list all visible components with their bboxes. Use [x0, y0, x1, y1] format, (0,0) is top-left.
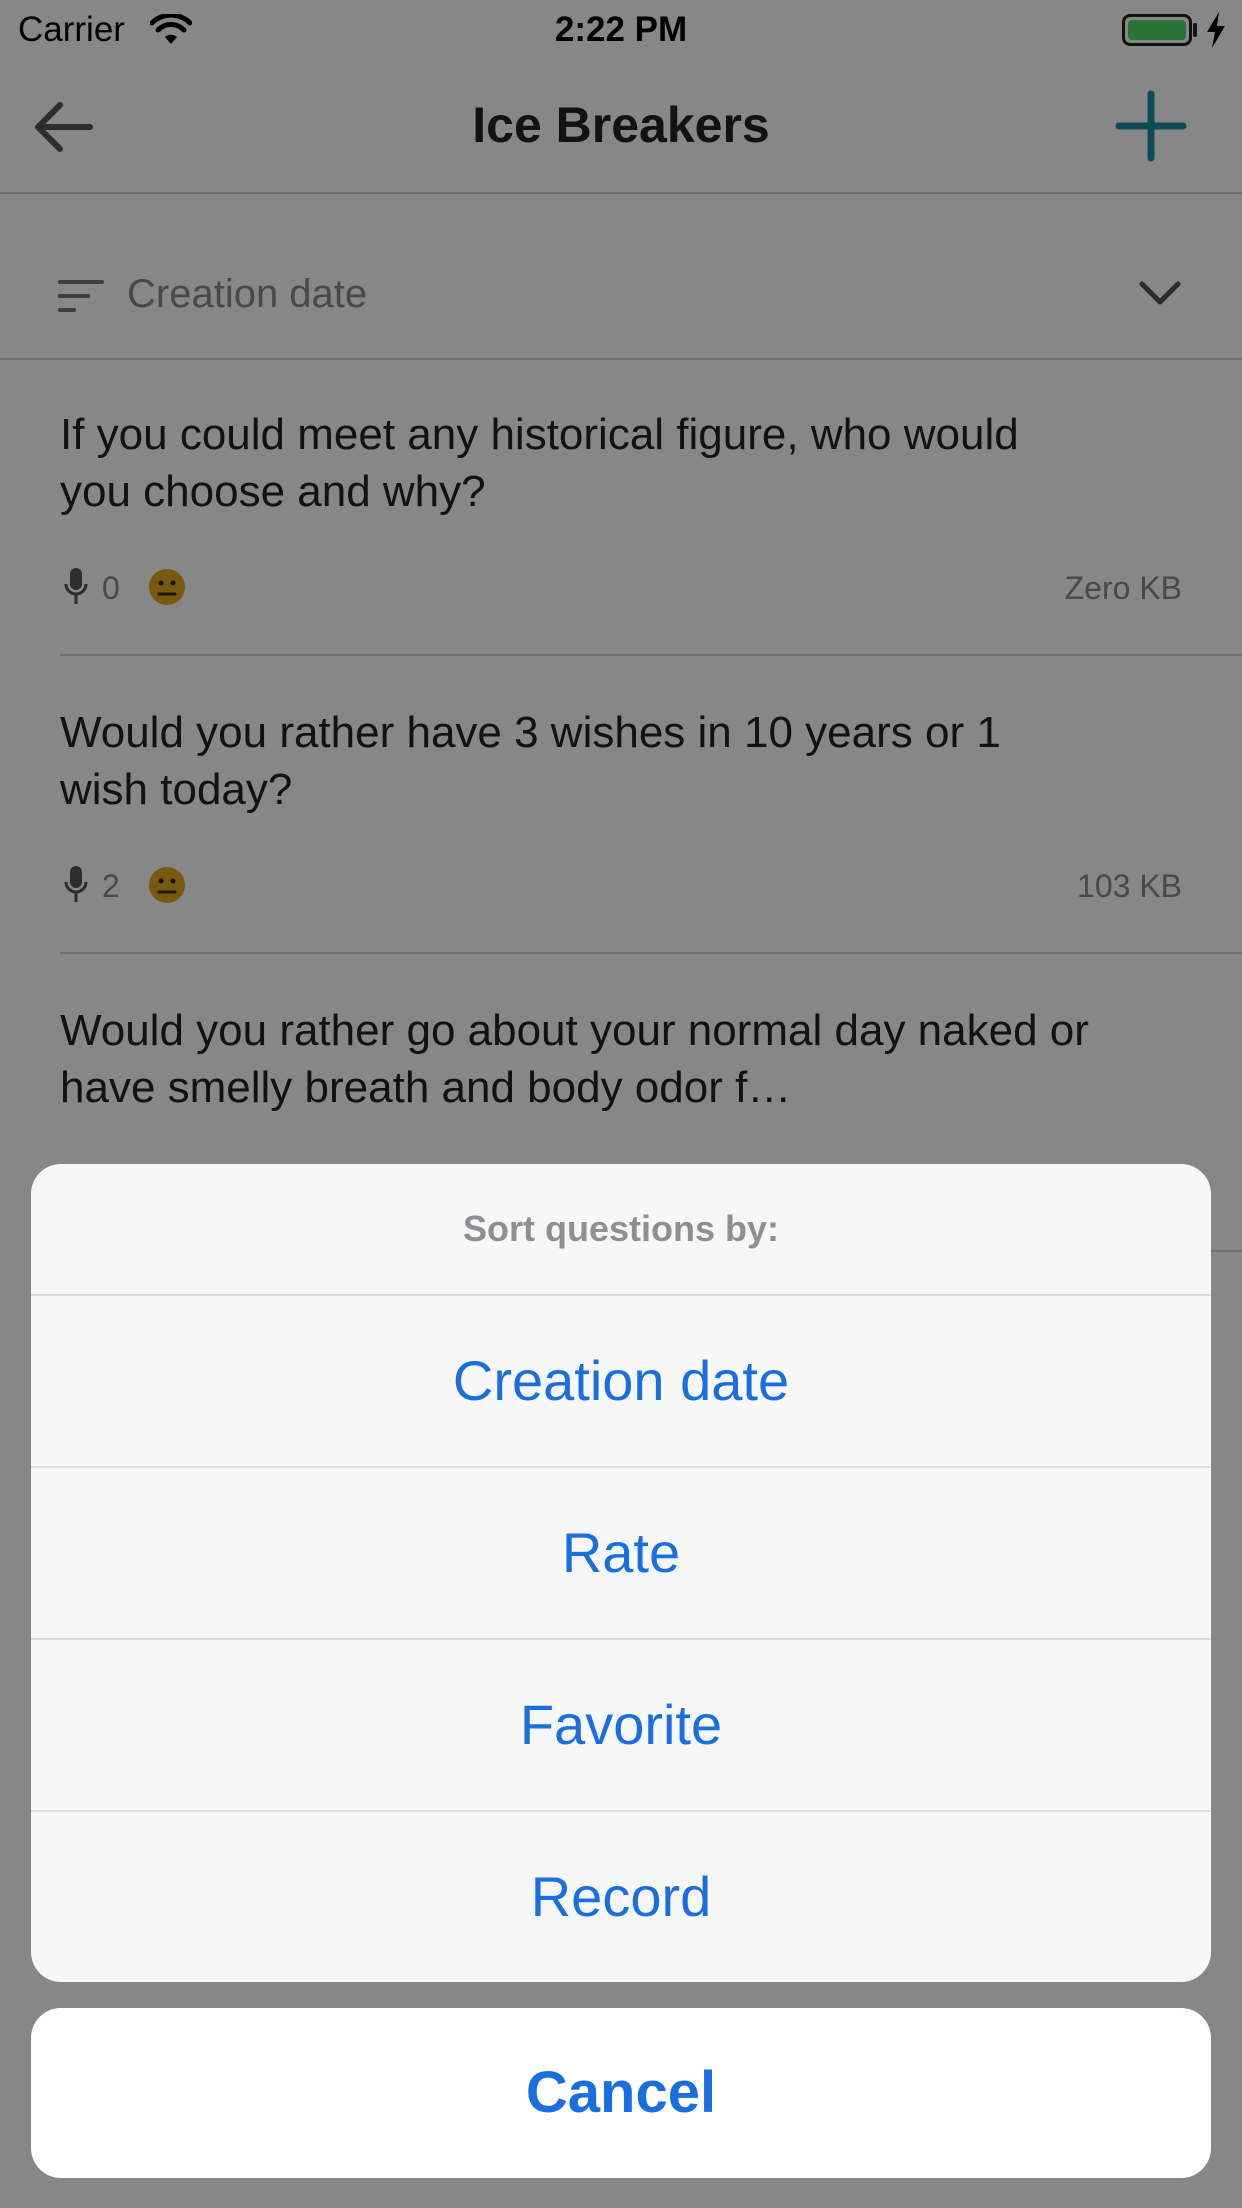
sort-action-sheet: Sort questions by: Creation date Rate Fa…: [31, 1164, 1211, 1982]
sort-option-rate[interactable]: Rate: [31, 1468, 1211, 1640]
sort-option-favorite[interactable]: Favorite: [31, 1640, 1211, 1812]
cancel-button[interactable]: Cancel: [31, 2008, 1211, 2178]
sort-option-creation-date[interactable]: Creation date: [31, 1296, 1211, 1468]
sort-option-record[interactable]: Record: [31, 1812, 1211, 1982]
action-sheet-title: Sort questions by:: [31, 1164, 1211, 1296]
